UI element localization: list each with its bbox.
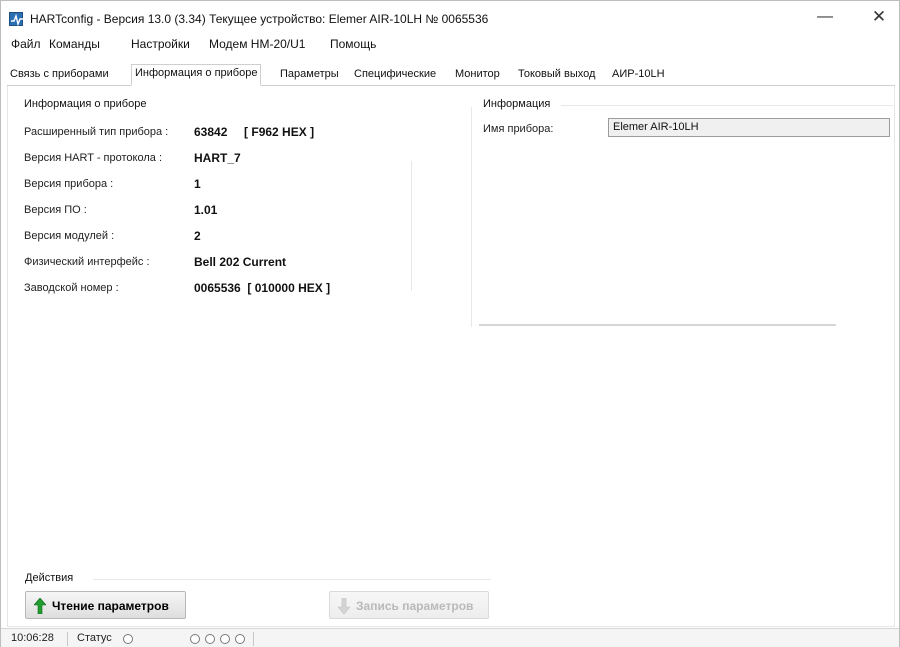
device-info-divider [411, 161, 412, 291]
device-info-group-title: Информация о приборе [24, 98, 147, 110]
menu-settings[interactable]: Настройки [131, 37, 190, 51]
tab-content-panel [7, 86, 895, 627]
title-bar[interactable]: HARTconfig - Версия 13.0 (3.34) Текущее … [1, 1, 899, 35]
row-label-device-type: Расширенный тип прибора : [24, 126, 169, 138]
activity-indicator-1 [190, 634, 200, 644]
status-label: Статус [77, 632, 112, 644]
tab-air-10lh[interactable]: АИР-10LH [609, 66, 668, 85]
row-value-device-version: 1 [194, 177, 201, 191]
row-value-device-type: 63842 [ F962 HEX ] [194, 125, 315, 139]
activity-indicator-2 [205, 634, 215, 644]
status-bar: 10:06:28 Статус [1, 628, 899, 647]
info-group-title: Информация [483, 98, 551, 110]
activity-indicator-4 [235, 634, 245, 644]
info-separator [479, 324, 836, 326]
row-label-module-version: Версия модулей : [24, 230, 115, 242]
row-label-device-version: Версия прибора : [24, 178, 114, 190]
menu-modem[interactable]: Модем HM-20/U1 [209, 37, 305, 51]
write-parameters-button[interactable]: Запись параметров [329, 591, 489, 619]
tab-current-output[interactable]: Токовый выход [515, 66, 598, 85]
status-divider-2 [253, 632, 254, 646]
tab-connection[interactable]: Связь с приборами [7, 66, 112, 85]
menu-file[interactable]: Файл [11, 37, 41, 51]
info-frame-left [471, 107, 472, 327]
menu-commands[interactable]: Команды [49, 37, 100, 51]
read-parameters-button[interactable]: Чтение параметров [25, 591, 186, 619]
row-value-hart-version: HART_7 [194, 151, 241, 165]
tab-parameters[interactable]: Параметры [277, 66, 342, 85]
actions-group-title: Действия [25, 572, 74, 584]
arrow-up-icon [34, 598, 46, 614]
actions-frame-top [93, 579, 491, 580]
minimize-button[interactable]: — [805, 6, 845, 28]
tab-specific[interactable]: Специфические [351, 66, 439, 85]
status-divider [67, 632, 68, 646]
status-indicator [123, 634, 133, 644]
row-label-serial-number: Заводской номер : [24, 282, 119, 294]
row-value-module-version: 2 [194, 229, 201, 243]
menu-bar: Файл Команды Настройки Модем HM-20/U1 По… [1, 33, 899, 55]
app-window: HARTconfig - Версия 13.0 (3.34) Текущее … [0, 0, 900, 647]
row-value-serial-number: 0065536 [ 010000 HEX ] [194, 281, 331, 295]
app-icon [9, 12, 23, 27]
row-label-physical-interface: Физический интерфейс : [24, 256, 150, 268]
tab-bar: Связь с приборами Информация о приборе П… [7, 64, 895, 86]
tab-monitor[interactable]: Монитор [452, 66, 503, 85]
arrow-down-icon [338, 598, 350, 614]
status-time: 10:06:28 [11, 632, 54, 644]
device-name-label: Имя прибора: [483, 123, 554, 135]
row-label-hart-version: Версия HART - протокола : [24, 152, 162, 164]
info-frame-top [561, 105, 893, 106]
menu-help[interactable]: Помощь [330, 37, 376, 51]
row-value-physical-interface: Bell 202 Current [194, 255, 287, 269]
window-title: HARTconfig - Версия 13.0 (3.34) Текущее … [30, 12, 489, 26]
row-value-software-version: 1.01 [194, 203, 218, 217]
tab-device-info[interactable]: Информация о приборе [131, 64, 262, 86]
read-parameters-label: Чтение параметров [52, 599, 169, 613]
write-parameters-label: Запись параметров [356, 599, 474, 613]
row-label-software-version: Версия ПО : [24, 204, 87, 216]
device-name-field[interactable]: Elemer AIR-10LH [608, 118, 890, 137]
activity-indicator-3 [220, 634, 230, 644]
close-button[interactable]: ✕ [859, 6, 899, 28]
